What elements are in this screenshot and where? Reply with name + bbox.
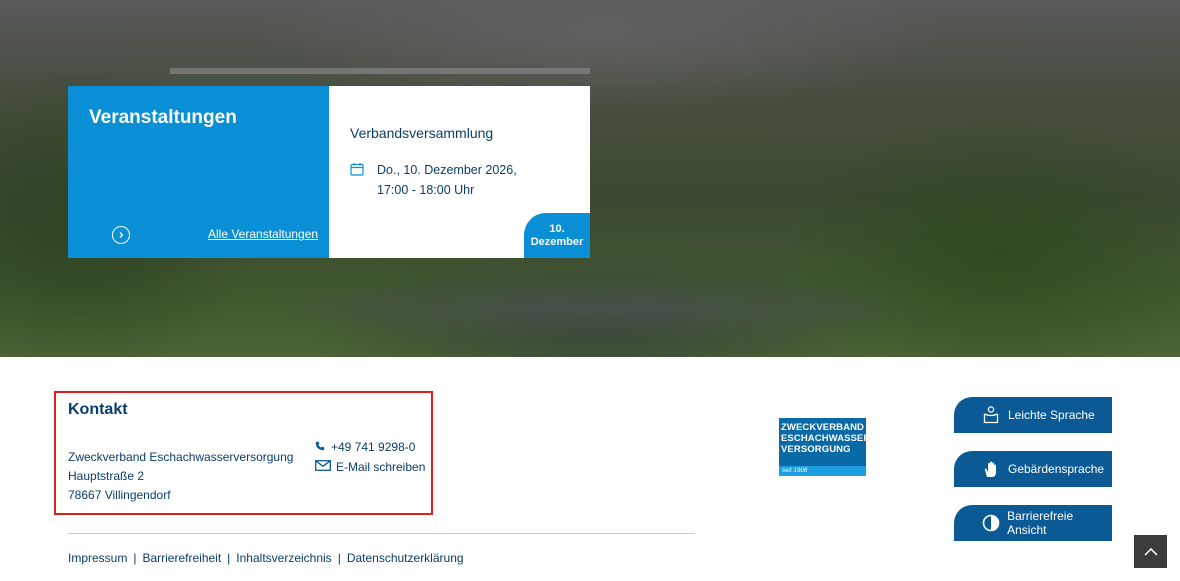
easy-language-icon: [976, 406, 1006, 424]
event-date-line1: Do., 10. Dezember 2026,: [377, 163, 517, 177]
footer-separator: |: [133, 551, 137, 565]
event-card[interactable]: Verbandsversammlung Do., 10. Dezember 20…: [329, 86, 590, 258]
zweckverband-logo[interactable]: ZWECKVERBAND ESCHACHWASSER VERSORGUNG se…: [779, 418, 871, 476]
chevron-up-icon: [1143, 543, 1158, 561]
phone-icon: [315, 440, 325, 454]
accessible-view-button[interactable]: Barrierefreie Ansicht: [954, 505, 1112, 541]
events-heading: Veranstaltungen: [89, 107, 237, 128]
phone-link[interactable]: +49 741 9298-0: [315, 440, 415, 454]
footer-link-datenschutz[interactable]: Datenschutzerklärung: [347, 551, 464, 565]
kontakt-address: Zweckverband Eschachwasserversorgung Hau…: [68, 448, 293, 505]
all-events-link[interactable]: Alle Veranstaltungen: [208, 227, 318, 241]
phone-number[interactable]: +49 741 9298-0: [331, 440, 415, 454]
event-date-line2: 17:00 - 18:00 Uhr: [377, 183, 475, 197]
contrast-icon: [976, 514, 1005, 532]
back-to-top-button[interactable]: [1134, 535, 1167, 568]
footer-link-inhaltsverzeichnis[interactable]: Inhaltsverzeichnis: [236, 551, 331, 565]
kontakt-heading: Kontakt: [68, 401, 128, 418]
footer-link-barrierefreiheit[interactable]: Barrierefreiheit: [142, 551, 221, 565]
address-city: 78667 Villingendorf: [68, 488, 171, 502]
badge-month: Dezember: [530, 236, 584, 248]
footer-divider: [68, 533, 695, 534]
logo-line1: ZWECKVERBAND: [781, 422, 865, 433]
footer-separator: |: [227, 551, 231, 565]
address-street: Hauptstraße 2: [68, 469, 145, 483]
event-date: Do., 10. Dezember 2026, 17:00 - 18:00 Uh…: [377, 160, 517, 200]
address-org: Zweckverband Eschachwasserversorgung: [68, 450, 294, 464]
footer-link-impressum[interactable]: Impressum: [68, 551, 127, 565]
sign-language-label: Gebärdensprache: [1008, 462, 1105, 476]
event-date-badge: 10. Dezember: [524, 213, 590, 258]
easy-language-label: Leichte Sprache: [1008, 408, 1095, 422]
email-link[interactable]: E-Mail schreiben: [315, 460, 425, 474]
footer-links: Impressum | Barrierefreiheit | Inhaltsve…: [68, 551, 464, 565]
logo-since: seit 1908: [779, 466, 866, 476]
event-title[interactable]: Verbandsversammlung: [350, 125, 493, 141]
sign-language-button[interactable]: Gebärdensprache: [954, 451, 1112, 487]
events-panel: Veranstaltungen Alle Veranstaltungen: [68, 86, 329, 258]
logo-line2: ESCHACHWASSER: [781, 433, 871, 444]
accessible-view-label: Barrierefreie Ansicht: [1007, 509, 1074, 537]
email-label[interactable]: E-Mail schreiben: [336, 460, 425, 474]
logo-line3: VERSORGUNG: [781, 444, 851, 455]
footer-separator: |: [337, 551, 341, 565]
easy-language-button[interactable]: Leichte Sprache: [954, 397, 1112, 433]
calendar-icon: [350, 162, 364, 176]
badge-day: 10.: [549, 223, 565, 235]
envelope-icon: [315, 460, 331, 474]
chevron-right-circle-icon[interactable]: [112, 226, 130, 244]
sign-language-hand-icon: [976, 460, 1006, 478]
